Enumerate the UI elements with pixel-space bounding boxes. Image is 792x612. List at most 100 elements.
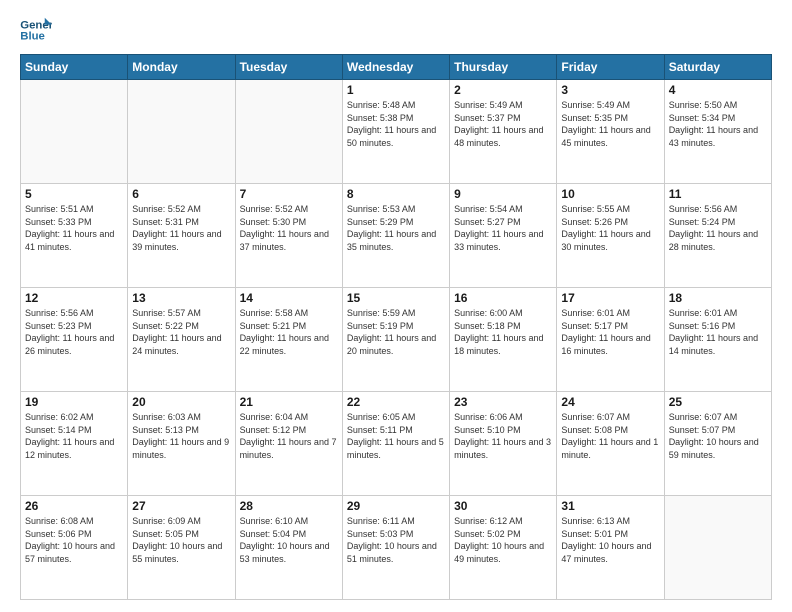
- calendar-cell: 2Sunrise: 5:49 AMSunset: 5:37 PMDaylight…: [450, 80, 557, 184]
- day-number: 3: [561, 83, 659, 97]
- day-number: 19: [25, 395, 123, 409]
- day-number: 26: [25, 499, 123, 513]
- weekday-sunday: Sunday: [21, 55, 128, 80]
- calendar-cell: 12Sunrise: 5:56 AMSunset: 5:23 PMDayligh…: [21, 288, 128, 392]
- weekday-header-row: SundayMondayTuesdayWednesdayThursdayFrid…: [21, 55, 772, 80]
- day-number: 28: [240, 499, 338, 513]
- day-info: Sunrise: 6:00 AMSunset: 5:18 PMDaylight:…: [454, 307, 552, 357]
- day-number: 21: [240, 395, 338, 409]
- calendar-cell: 24Sunrise: 6:07 AMSunset: 5:08 PMDayligh…: [557, 392, 664, 496]
- page: General Blue SundayMondayTuesdayWednesda…: [0, 0, 792, 612]
- day-number: 20: [132, 395, 230, 409]
- day-info: Sunrise: 6:12 AMSunset: 5:02 PMDaylight:…: [454, 515, 552, 565]
- calendar-cell: 21 Sunrise: 6:04 AMSunset: 5:12 PMDayligh…: [235, 392, 342, 496]
- calendar-week-4: 19 Sunrise: 6:02 AMSunset: 5:14 PMDayligh…: [21, 392, 772, 496]
- calendar-cell: 5Sunrise: 5:51 AMSunset: 5:33 PMDaylight…: [21, 184, 128, 288]
- day-info: Sunrise: 5:58 AMSunset: 5:21 PMDaylight:…: [240, 307, 338, 357]
- calendar-cell: 9 Sunrise: 5:54 AMSunset: 5:27 PMDaylight…: [450, 184, 557, 288]
- calendar-cell: 1 Sunrise: 5:48 AMSunset: 5:38 PMDaylight…: [342, 80, 449, 184]
- weekday-friday: Friday: [557, 55, 664, 80]
- day-number: 4: [669, 83, 767, 97]
- day-info: Sunrise: 5:48 AMSunset: 5:38 PMDaylight:…: [347, 99, 445, 149]
- day-info: Sunrise: 5:55 AMSunset: 5:26 PMDaylight:…: [561, 203, 659, 253]
- day-info: Sunrise: 6:10 AMSunset: 5:04 PMDaylight:…: [240, 515, 338, 565]
- day-info: Sunrise: 6:07 AMSunset: 5:08 PMDaylight:…: [561, 411, 659, 461]
- day-info: Sunrise: 5:50 AMSunset: 5:34 PMDaylight:…: [669, 99, 767, 149]
- logo-icon: General Blue: [20, 16, 52, 44]
- day-info: Sunrise: 5:49 AMSunset: 5:37 PMDaylight:…: [454, 99, 552, 149]
- calendar-cell: 4 Sunrise: 5:50 AMSunset: 5:34 PMDaylight…: [664, 80, 771, 184]
- calendar-cell: [664, 496, 771, 600]
- calendar-cell: 14 Sunrise: 5:58 AMSunset: 5:21 PMDayligh…: [235, 288, 342, 392]
- day-info: Sunrise: 5:56 AMSunset: 5:24 PMDaylight:…: [669, 203, 767, 253]
- day-info: Sunrise: 5:56 AMSunset: 5:23 PMDaylight:…: [25, 307, 123, 357]
- day-info: Sunrise: 6:01 AMSunset: 5:16 PMDaylight:…: [669, 307, 767, 357]
- calendar-cell: 7Sunrise: 5:52 AMSunset: 5:30 PMDaylight…: [235, 184, 342, 288]
- day-info: Sunrise: 5:52 AMSunset: 5:30 PMDaylight:…: [240, 203, 338, 253]
- day-number: 13: [132, 291, 230, 305]
- calendar-cell: 29Sunrise: 6:11 AMSunset: 5:03 PMDayligh…: [342, 496, 449, 600]
- calendar-cell: 11Sunrise: 5:56 AMSunset: 5:24 PMDayligh…: [664, 184, 771, 288]
- day-info: Sunrise: 5:49 AMSunset: 5:35 PMDaylight:…: [561, 99, 659, 149]
- calendar: SundayMondayTuesdayWednesdayThursdayFrid…: [20, 54, 772, 600]
- weekday-wednesday: Wednesday: [342, 55, 449, 80]
- logo: General Blue: [20, 16, 52, 44]
- day-number: 8: [347, 187, 445, 201]
- calendar-week-1: 1 Sunrise: 5:48 AMSunset: 5:38 PMDaylight…: [21, 80, 772, 184]
- calendar-week-3: 12Sunrise: 5:56 AMSunset: 5:23 PMDayligh…: [21, 288, 772, 392]
- calendar-cell: [235, 80, 342, 184]
- day-number: 30: [454, 499, 552, 513]
- day-number: 9: [454, 187, 552, 201]
- day-info: Sunrise: 6:01 AMSunset: 5:17 PMDaylight:…: [561, 307, 659, 357]
- calendar-cell: 17 Sunrise: 6:01 AMSunset: 5:17 PMDayligh…: [557, 288, 664, 392]
- day-number: 10: [561, 187, 659, 201]
- calendar-cell: 19 Sunrise: 6:02 AMSunset: 5:14 PMDayligh…: [21, 392, 128, 496]
- day-info: Sunrise: 6:07 AMSunset: 5:07 PMDaylight:…: [669, 411, 767, 461]
- day-number: 5: [25, 187, 123, 201]
- header: General Blue: [20, 16, 772, 44]
- calendar-cell: 30 Sunrise: 6:12 AMSunset: 5:02 PMDayligh…: [450, 496, 557, 600]
- day-info: Sunrise: 6:13 AMSunset: 5:01 PMDaylight:…: [561, 515, 659, 565]
- day-info: Sunrise: 6:04 AMSunset: 5:12 PMDaylight:…: [240, 411, 338, 461]
- day-number: 15: [347, 291, 445, 305]
- svg-text:Blue: Blue: [20, 31, 45, 43]
- weekday-tuesday: Tuesday: [235, 55, 342, 80]
- calendar-cell: 10 Sunrise: 5:55 AMSunset: 5:26 PMDayligh…: [557, 184, 664, 288]
- day-info: Sunrise: 6:03 AMSunset: 5:13 PMDaylight:…: [132, 411, 230, 461]
- day-info: Sunrise: 5:54 AMSunset: 5:27 PMDaylight:…: [454, 203, 552, 253]
- calendar-cell: 3 Sunrise: 5:49 AMSunset: 5:35 PMDaylight…: [557, 80, 664, 184]
- day-info: Sunrise: 6:06 AMSunset: 5:10 PMDaylight:…: [454, 411, 552, 461]
- day-number: 22: [347, 395, 445, 409]
- calendar-cell: 23Sunrise: 6:06 AMSunset: 5:10 PMDayligh…: [450, 392, 557, 496]
- calendar-cell: 13 Sunrise: 5:57 AMSunset: 5:22 PMDayligh…: [128, 288, 235, 392]
- day-number: 17: [561, 291, 659, 305]
- day-info: Sunrise: 6:11 AMSunset: 5:03 PMDaylight:…: [347, 515, 445, 565]
- day-number: 14: [240, 291, 338, 305]
- day-info: Sunrise: 5:57 AMSunset: 5:22 PMDaylight:…: [132, 307, 230, 357]
- calendar-cell: 6Sunrise: 5:52 AMSunset: 5:31 PMDaylight…: [128, 184, 235, 288]
- day-number: 31: [561, 499, 659, 513]
- calendar-cell: 15Sunrise: 5:59 AMSunset: 5:19 PMDayligh…: [342, 288, 449, 392]
- day-info: Sunrise: 5:52 AMSunset: 5:31 PMDaylight:…: [132, 203, 230, 253]
- calendar-cell: 27 Sunrise: 6:09 AMSunset: 5:05 PMDayligh…: [128, 496, 235, 600]
- calendar-cell: [21, 80, 128, 184]
- weekday-saturday: Saturday: [664, 55, 771, 80]
- calendar-week-5: 26 Sunrise: 6:08 AMSunset: 5:06 PMDayligh…: [21, 496, 772, 600]
- day-number: 1: [347, 83, 445, 97]
- day-info: Sunrise: 6:09 AMSunset: 5:05 PMDaylight:…: [132, 515, 230, 565]
- calendar-cell: 28 Sunrise: 6:10 AMSunset: 5:04 PMDayligh…: [235, 496, 342, 600]
- day-info: Sunrise: 5:53 AMSunset: 5:29 PMDaylight:…: [347, 203, 445, 253]
- day-info: Sunrise: 6:08 AMSunset: 5:06 PMDaylight:…: [25, 515, 123, 565]
- day-info: Sunrise: 6:02 AMSunset: 5:14 PMDaylight:…: [25, 411, 123, 461]
- calendar-cell: 31 Sunrise: 6:13 AMSunset: 5:01 PMDayligh…: [557, 496, 664, 600]
- calendar-cell: 22 Sunrise: 6:05 AMSunset: 5:11 PMDayligh…: [342, 392, 449, 496]
- day-info: Sunrise: 6:05 AMSunset: 5:11 PMDaylight:…: [347, 411, 445, 461]
- day-number: 25: [669, 395, 767, 409]
- weekday-monday: Monday: [128, 55, 235, 80]
- calendar-cell: 8 Sunrise: 5:53 AMSunset: 5:29 PMDaylight…: [342, 184, 449, 288]
- day-number: 27: [132, 499, 230, 513]
- calendar-week-2: 5Sunrise: 5:51 AMSunset: 5:33 PMDaylight…: [21, 184, 772, 288]
- calendar-cell: 16Sunrise: 6:00 AMSunset: 5:18 PMDayligh…: [450, 288, 557, 392]
- day-number: 18: [669, 291, 767, 305]
- calendar-cell: 26 Sunrise: 6:08 AMSunset: 5:06 PMDayligh…: [21, 496, 128, 600]
